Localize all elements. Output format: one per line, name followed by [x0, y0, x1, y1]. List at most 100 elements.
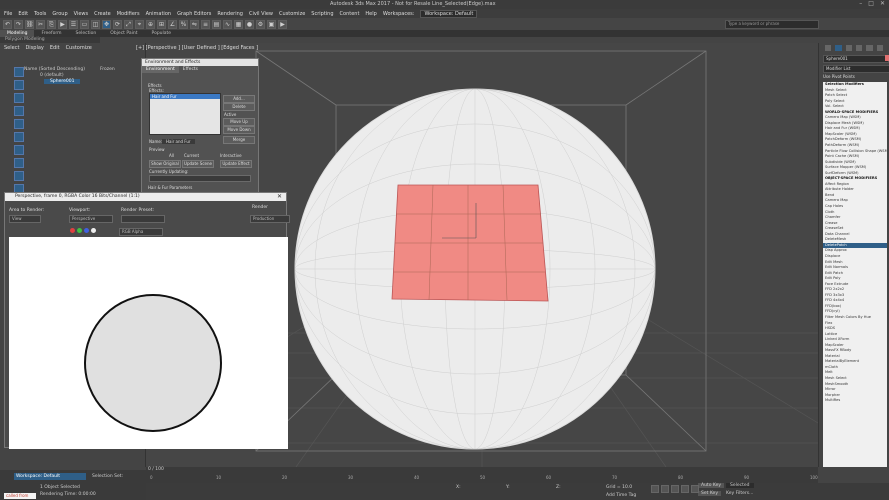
motion-tab-icon[interactable]	[855, 45, 863, 51]
menu-item-civil-view[interactable]: Civil View	[249, 11, 273, 17]
utilities-tab-icon[interactable]	[876, 45, 883, 51]
explorer-menu-customize[interactable]: Customize	[66, 45, 92, 51]
render-button[interactable]: Render	[252, 205, 268, 210]
select-name-icon[interactable]: ☰	[69, 19, 78, 29]
ribbon-tab-object-paint[interactable]: Object Paint	[103, 30, 144, 37]
workspace-selector[interactable]: Workspace: Default	[14, 473, 86, 480]
filter-bones-icon[interactable]	[14, 171, 24, 181]
delete-button[interactable]: Delete	[223, 103, 255, 111]
add-button[interactable]: Add...	[223, 95, 255, 103]
select-icon[interactable]: ▶	[58, 19, 67, 29]
filter-groups-icon[interactable]	[14, 145, 24, 155]
time-slider[interactable]: 0 / 100 0 10 20 30 40 50 60 70 80 90 100	[146, 467, 818, 483]
tab-environment[interactable]: Environment	[142, 66, 179, 73]
viewport-dropdown[interactable]: Perspective	[69, 215, 113, 223]
channel-dropdown[interactable]: RGB Alpha	[119, 228, 163, 236]
move-down-button[interactable]: Move Down	[223, 126, 255, 134]
update-scene-button[interactable]: Update Scene	[182, 160, 214, 168]
effects-list-item[interactable]: Hair and Fur	[150, 94, 220, 99]
close-button[interactable]: ✕	[880, 0, 885, 7]
ribbon-tab-modeling[interactable]: Modeling	[0, 30, 35, 37]
key-mode-dropdown[interactable]: Selected	[726, 483, 754, 488]
render-frame-icon[interactable]: ▣	[267, 19, 276, 29]
menu-item-tools[interactable]: Tools	[34, 11, 46, 17]
explorer-column-frozen[interactable]: Frozen	[100, 67, 115, 72]
explorer-row[interactable]: Sphere001	[44, 79, 81, 84]
filter-lights-icon[interactable]	[14, 93, 24, 103]
menu-item-views[interactable]: Views	[74, 11, 88, 17]
filter-helpers-icon[interactable]	[14, 119, 24, 129]
use-pivot-points-checkbox[interactable]: Use Pivot Points	[823, 74, 855, 79]
ribbon-tab-freeform[interactable]: Freeform	[34, 30, 68, 37]
pivot-icon[interactable]: ⊕	[146, 19, 155, 29]
viewport-label[interactable]: [+] [Perspective ] [User Defined ] [Edge…	[136, 45, 258, 51]
filter-xrefs-icon[interactable]	[14, 158, 24, 168]
show-original-button[interactable]: Show Original	[149, 160, 181, 168]
blue-channel-icon[interactable]	[84, 228, 89, 233]
menu-item-create[interactable]: Create	[94, 11, 111, 17]
menu-item-group[interactable]: Group	[52, 11, 67, 17]
move-up-button[interactable]: Move Up	[223, 118, 255, 126]
modifier-list-dropdown[interactable]: Modifier List	[823, 65, 889, 73]
menu-item-content[interactable]: Content	[340, 11, 360, 17]
render-setup-icon[interactable]: ⚙	[256, 19, 265, 29]
redo-icon[interactable]: ↷	[14, 19, 23, 29]
object-name-field[interactable]: Sphere001	[823, 55, 889, 63]
explorer-row[interactable]: 0 (default)	[40, 73, 64, 78]
hair-fur-rollout[interactable]: Hair & Fur Parameters	[148, 185, 192, 190]
create-tab-icon[interactable]	[825, 45, 832, 51]
effects-all-radio[interactable]: All	[169, 153, 174, 158]
render-preset-dropdown[interactable]	[121, 215, 165, 223]
display-tab-icon[interactable]	[866, 45, 873, 51]
menu-item-edit[interactable]: Edit	[18, 11, 28, 17]
undo-icon[interactable]: ↶	[3, 19, 12, 29]
scale-icon[interactable]: ⤢	[124, 19, 133, 29]
maxscript-listener[interactable]: called from	[4, 493, 36, 499]
menu-item-file[interactable]: File	[4, 11, 12, 17]
modifier-list[interactable]: Selection Modifiers Mesh Select Patch Sele…	[823, 82, 887, 467]
active-checkbox[interactable]: Active	[224, 112, 236, 117]
unlink-icon[interactable]: ✂	[36, 19, 45, 29]
red-channel-icon[interactable]	[70, 228, 75, 233]
menu-item-help[interactable]: Help	[365, 11, 376, 17]
explorer-column-name[interactable]: Name (Sorted Descending)	[24, 67, 85, 72]
hierarchy-tab-icon[interactable]	[845, 45, 852, 51]
workspace-dropdown[interactable]: Workspace: Default	[420, 9, 478, 18]
menu-item-animation[interactable]: Animation	[146, 11, 172, 17]
menu-item-modifiers[interactable]: Modifiers	[117, 11, 140, 17]
minimize-button[interactable]: –	[859, 0, 862, 7]
schematic-icon[interactable]: ▦	[234, 19, 243, 29]
filter-geometry-icon[interactable]	[14, 67, 24, 77]
effects-list[interactable]: Hair and Fur	[149, 93, 221, 135]
layer-icon[interactable]: ▤	[212, 19, 221, 29]
previous-frame-icon[interactable]	[661, 485, 669, 493]
move-icon[interactable]: ✥	[102, 19, 111, 29]
menu-item-customize[interactable]: Customize	[279, 11, 305, 17]
render-mode-dropdown[interactable]: Production	[250, 215, 290, 223]
menu-item-graph-editors[interactable]: Graph Editors	[177, 11, 211, 17]
snap-icon[interactable]: ⊞	[157, 19, 166, 29]
percent-snap-icon[interactable]: %	[179, 19, 188, 29]
curve-icon[interactable]: ∿	[223, 19, 232, 29]
rotate-icon[interactable]: ⟳	[113, 19, 122, 29]
merge-button[interactable]: Merge	[223, 136, 255, 144]
render-icon[interactable]: ▶	[278, 19, 287, 29]
link-icon[interactable]: ⛓	[25, 19, 34, 29]
play-icon[interactable]	[671, 485, 679, 493]
filter-warps-icon[interactable]	[14, 132, 24, 142]
close-icon[interactable]: ✕	[277, 193, 282, 201]
menu-item-scripting[interactable]: Scripting	[311, 11, 333, 17]
explorer-menu-select[interactable]: Select	[4, 45, 19, 51]
add-time-tag-button[interactable]: Add Time Tag	[606, 493, 636, 498]
tab-effects[interactable]: Effects	[179, 66, 202, 73]
interactive-checkbox[interactable]: Interactive	[220, 153, 242, 158]
selection-set-label[interactable]: Selection Set:	[92, 474, 123, 479]
key-filters-button[interactable]: Key Filters...	[726, 491, 753, 496]
go-to-start-icon[interactable]	[651, 485, 659, 493]
object-color-swatch[interactable]	[885, 55, 889, 61]
auto-key-button[interactable]: Auto Key	[698, 483, 725, 488]
go-to-end-icon[interactable]	[691, 485, 699, 493]
rect-select-icon[interactable]: ▭	[80, 19, 89, 29]
filter-shapes-icon[interactable]	[14, 80, 24, 90]
window-icon[interactable]: ◫	[91, 19, 100, 29]
